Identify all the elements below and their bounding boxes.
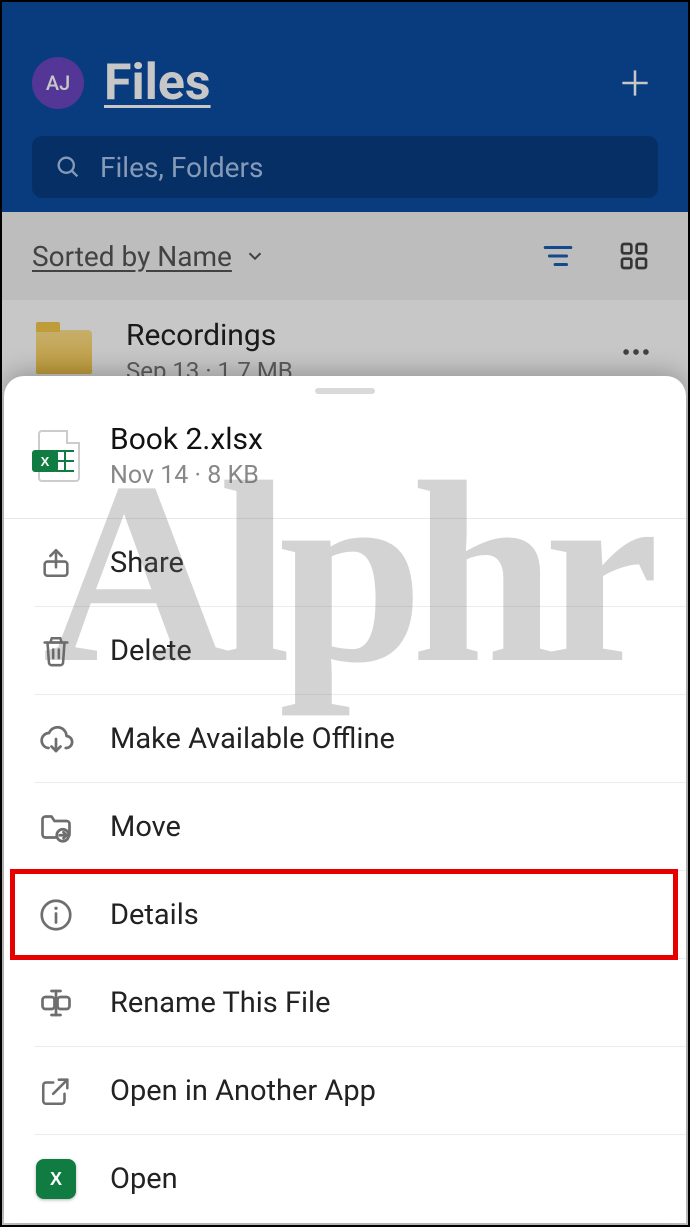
sheet-header: Book 2.xlsx Nov 14 · 8 KB bbox=[4, 400, 686, 519]
excel-app-icon: X bbox=[34, 1157, 78, 1201]
grid-icon bbox=[618, 240, 650, 272]
search-input[interactable]: Files, Folders bbox=[32, 136, 658, 198]
info-icon bbox=[34, 893, 78, 937]
search-placeholder: Files, Folders bbox=[100, 151, 263, 184]
menu-label: Delete bbox=[110, 634, 192, 668]
share-icon bbox=[34, 541, 78, 585]
sheet-file-name: Book 2.xlsx bbox=[110, 422, 263, 457]
sort-bar: Sorted by Name bbox=[2, 212, 688, 300]
menu-item-delete[interactable]: Delete bbox=[34, 607, 686, 695]
menu-item-offline[interactable]: Make Available Offline bbox=[34, 695, 686, 783]
add-button[interactable] bbox=[612, 60, 658, 106]
trash-icon bbox=[34, 629, 78, 673]
filter-lines-icon bbox=[541, 239, 575, 273]
sort-button[interactable]: Sorted by Name bbox=[32, 240, 266, 273]
rename-icon bbox=[34, 981, 78, 1025]
action-sheet: Book 2.xlsx Nov 14 · 8 KB Share Delete bbox=[4, 376, 686, 1223]
sort-label-text: Sorted by Name bbox=[32, 240, 232, 273]
page-title[interactable]: Files bbox=[104, 54, 612, 112]
item-name: Recordings bbox=[126, 318, 614, 353]
more-horizontal-icon bbox=[619, 335, 653, 369]
menu-label: Share bbox=[110, 546, 184, 580]
folder-icon bbox=[36, 330, 92, 374]
open-external-icon bbox=[34, 1069, 78, 1113]
item-more-button[interactable] bbox=[614, 330, 658, 374]
avatar[interactable]: AJ bbox=[32, 57, 84, 109]
menu-label: Open in Another App bbox=[110, 1074, 376, 1108]
menu-label: Details bbox=[110, 898, 199, 932]
excel-file-icon bbox=[38, 430, 80, 482]
menu-item-move[interactable]: Move bbox=[34, 783, 686, 871]
menu-item-open[interactable]: X Open bbox=[34, 1135, 686, 1223]
plus-icon bbox=[616, 64, 654, 102]
sheet-grabber[interactable] bbox=[315, 388, 375, 394]
menu-item-details[interactable]: Details bbox=[34, 871, 686, 959]
app-header: AJ Files Files, Folders bbox=[2, 2, 688, 212]
search-icon bbox=[54, 153, 82, 181]
menu-label: Move bbox=[110, 810, 181, 844]
menu-label: Open bbox=[110, 1162, 178, 1196]
grid-view-button[interactable] bbox=[610, 232, 658, 280]
menu-item-share[interactable]: Share bbox=[34, 519, 686, 607]
menu-label: Rename This File bbox=[110, 986, 330, 1020]
sheet-file-meta: Nov 14 · 8 KB bbox=[110, 461, 263, 490]
menu-label: Make Available Offline bbox=[110, 722, 395, 756]
action-menu: Share Delete Make Available Offline Move bbox=[4, 519, 686, 1223]
menu-item-open-external[interactable]: Open in Another App bbox=[34, 1047, 686, 1135]
filter-button[interactable] bbox=[534, 232, 582, 280]
chevron-down-icon bbox=[244, 245, 266, 267]
menu-item-rename[interactable]: Rename This File bbox=[34, 959, 686, 1047]
cloud-download-icon bbox=[34, 717, 78, 761]
folder-move-icon bbox=[34, 805, 78, 849]
